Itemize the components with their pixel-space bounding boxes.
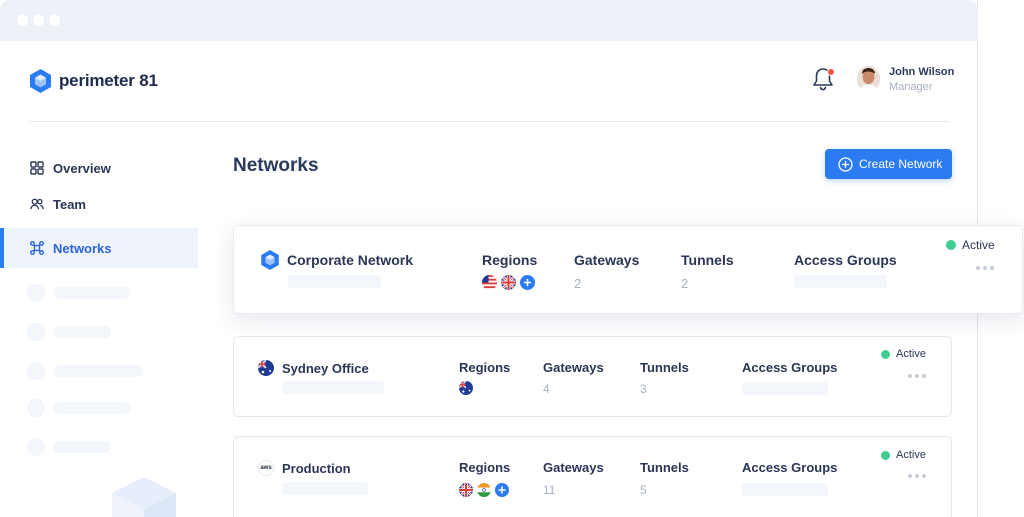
create-network-label: Create Network bbox=[859, 157, 943, 171]
plus-icon[interactable] bbox=[520, 275, 535, 290]
tunnels-value: 3 bbox=[640, 382, 647, 396]
tunnels-label: Tunnels bbox=[681, 252, 734, 268]
uk-flag-icon[interactable] bbox=[459, 483, 473, 497]
placeholder-bar bbox=[288, 275, 381, 288]
network-icon bbox=[30, 241, 44, 255]
status-dot bbox=[881, 349, 890, 359]
placeholder-bar bbox=[794, 275, 887, 288]
gateways-value: 4 bbox=[543, 382, 550, 396]
sidebar-item-label: Networks bbox=[53, 240, 112, 256]
grid-icon bbox=[30, 161, 44, 175]
sidebar-placeholder bbox=[27, 399, 131, 417]
network-card-corporate[interactable]: Corporate Network Regions Gateways 2 Tun… bbox=[233, 225, 1023, 314]
page-title: Networks bbox=[233, 155, 319, 176]
more-options-icon[interactable] bbox=[908, 474, 926, 478]
network-card-sydney[interactable]: Sydney Office Regions Gateways 4 Tunnels… bbox=[233, 336, 952, 417]
sidebar: Overview Team Networks bbox=[0, 150, 198, 268]
brand-logo[interactable]: perimeter 81 bbox=[30, 69, 158, 93]
perimeter-logo-icon bbox=[261, 250, 279, 270]
gateways-value: 11 bbox=[543, 483, 556, 497]
user-name[interactable]: John Wilson bbox=[889, 66, 954, 78]
aws-icon: aws bbox=[258, 460, 274, 476]
tunnels-value: 2 bbox=[681, 276, 689, 291]
sidebar-item-label: Overview bbox=[53, 160, 111, 176]
sidebar-placeholder bbox=[27, 362, 143, 380]
window-titlebar bbox=[0, 0, 978, 41]
sidebar-item-label: Team bbox=[53, 196, 86, 212]
regions-label: Regions bbox=[459, 360, 511, 375]
regions-label: Regions bbox=[482, 252, 538, 268]
regions-flags bbox=[482, 275, 535, 290]
access-groups-label: Access Groups bbox=[794, 252, 897, 268]
sidebar-item-networks[interactable]: Networks bbox=[0, 228, 198, 268]
network-name[interactable]: Corporate Network bbox=[261, 250, 413, 270]
notification-badge bbox=[827, 68, 835, 76]
status-dot bbox=[946, 240, 956, 250]
plus-icon[interactable] bbox=[495, 483, 509, 497]
status-badge: Active bbox=[946, 238, 995, 252]
uk-flag-icon[interactable] bbox=[501, 275, 516, 290]
more-options-icon[interactable] bbox=[908, 374, 926, 378]
tunnels-label: Tunnels bbox=[640, 360, 689, 375]
top-header: perimeter 81 John Wilson Manager bbox=[30, 41, 954, 122]
access-groups-label: Access Groups bbox=[742, 460, 838, 475]
placeholder-bar bbox=[282, 482, 368, 495]
tunnels-value: 5 bbox=[640, 483, 647, 497]
placeholder-bar bbox=[742, 382, 828, 395]
network-name[interactable]: aws Production bbox=[258, 460, 351, 476]
window-dot-3[interactable] bbox=[49, 15, 60, 26]
decorative-cube-icon bbox=[112, 477, 176, 517]
gateways-value: 2 bbox=[574, 276, 582, 291]
gateways-label: Gateways bbox=[543, 460, 604, 475]
network-card-production[interactable]: aws Production Regions Gateways 11 Tunne… bbox=[233, 436, 952, 517]
australia-flag-icon bbox=[258, 360, 274, 376]
status-badge: Active bbox=[881, 449, 926, 461]
sidebar-placeholder bbox=[27, 323, 111, 341]
sidebar-item-team[interactable]: Team bbox=[0, 186, 198, 222]
plus-circle-icon bbox=[838, 156, 853, 172]
regions-label: Regions bbox=[459, 460, 511, 475]
more-options-icon[interactable] bbox=[976, 266, 994, 270]
gateways-label: Gateways bbox=[543, 360, 604, 375]
user-role: Manager bbox=[889, 81, 933, 93]
screenshot-stage: perimeter 81 John Wilson Manager Overvie… bbox=[0, 0, 1024, 517]
team-icon bbox=[30, 197, 44, 211]
perimeter-logo-icon bbox=[30, 69, 51, 93]
sidebar-placeholder bbox=[27, 438, 111, 456]
status-badge: Active bbox=[881, 348, 926, 360]
brand-name: perimeter 81 bbox=[59, 71, 158, 90]
network-name[interactable]: Sydney Office bbox=[258, 360, 369, 376]
status-dot bbox=[881, 450, 890, 460]
notification-button[interactable] bbox=[812, 67, 836, 93]
access-groups-label: Access Groups bbox=[742, 360, 838, 375]
avatar[interactable] bbox=[857, 66, 880, 92]
create-network-button[interactable]: Create Network bbox=[825, 149, 952, 179]
us-flag-icon[interactable] bbox=[482, 275, 497, 290]
gateways-label: Gateways bbox=[574, 252, 640, 268]
placeholder-bar bbox=[282, 381, 384, 394]
tunnels-label: Tunnels bbox=[640, 460, 689, 475]
regions-flags bbox=[459, 381, 473, 395]
sidebar-item-overview[interactable]: Overview bbox=[0, 150, 198, 186]
regions-flags bbox=[459, 483, 509, 497]
user-avatar-icon bbox=[857, 66, 880, 92]
window-dot-2[interactable] bbox=[33, 15, 44, 26]
india-flag-icon[interactable] bbox=[477, 483, 491, 497]
window-dot-1[interactable] bbox=[17, 15, 28, 26]
placeholder-bar bbox=[742, 483, 828, 496]
australia-flag-icon[interactable] bbox=[459, 381, 473, 395]
sidebar-placeholder bbox=[27, 284, 131, 302]
